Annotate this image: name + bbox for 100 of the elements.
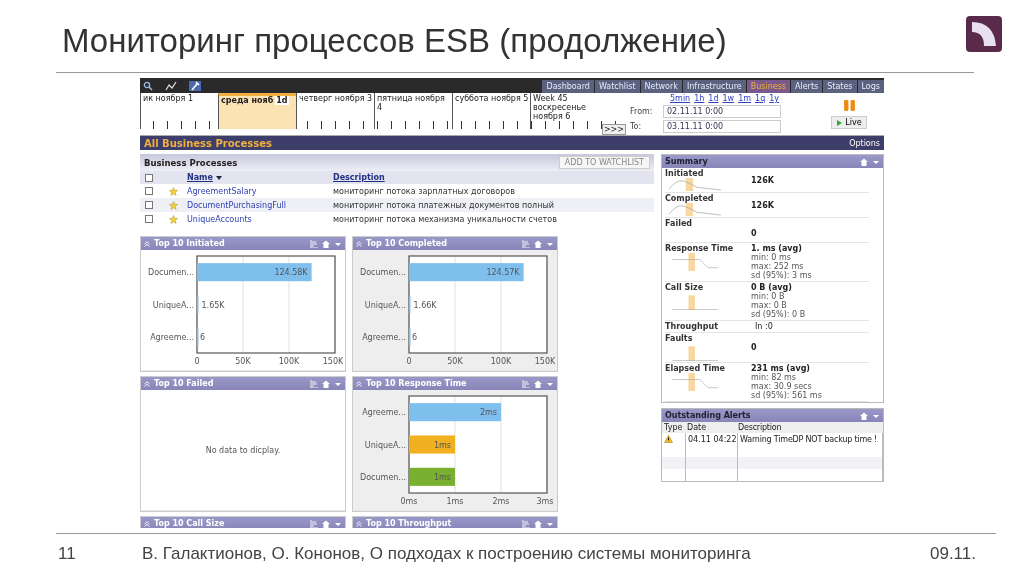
nav-tab[interactable]: Logs — [857, 80, 884, 93]
footer-text: В. Галактионов, О. Кононов, О подходах к построению системы мониторинга — [142, 544, 752, 564]
panel-title: Top 10 Completed — [366, 239, 448, 248]
range-badge: 1d — [275, 96, 289, 105]
category-label: UniqueA... — [364, 440, 406, 450]
metric-detail: max: 0 B — [751, 301, 788, 310]
value-label: 6 — [412, 332, 418, 342]
panel-title: Top 10 Failed — [154, 379, 215, 388]
category-label: Agreeme... — [362, 408, 406, 418]
table-cell: мониторинг потока механизма уникальности счетов — [333, 214, 557, 224]
column-header: Type — [663, 422, 684, 433]
day-label: пятница ноября 4 — [377, 94, 446, 112]
value-label: 1.66K — [413, 300, 437, 310]
metric-value: 126K — [751, 200, 774, 210]
live-button[interactable]: Live — [831, 116, 867, 129]
column-header: Date — [686, 422, 708, 433]
empty-message: No data to dicplay. — [205, 445, 281, 455]
column-header[interactable]: Description — [333, 173, 385, 182]
category-label: Documen... — [148, 268, 194, 278]
page-number: 11 — [57, 544, 77, 564]
metric-label: Initiated — [665, 169, 705, 178]
week-label: Week 45 — [533, 94, 568, 103]
metric-detail: min: 82 ms — [751, 373, 797, 382]
metric-detail: min: 0 B — [751, 292, 785, 301]
nav-tab[interactable]: Infrastructure — [682, 80, 746, 93]
table-cell: мониторинг потока зарплатных договоров — [333, 186, 515, 196]
day-label: четверг ноября 3 — [299, 94, 373, 103]
nav-tab[interactable]: States — [823, 80, 857, 93]
timeline-day[interactable]: среда нояб 1d — [218, 93, 296, 129]
metric-detail: sd (95%): 561 ms — [751, 391, 822, 400]
nav-tab[interactable]: Dashboard — [542, 80, 594, 93]
process-link[interactable]: DocumentPurchasingFull — [187, 200, 286, 210]
scroll-button[interactable]: >>> — [601, 124, 626, 135]
tick-label: 1ms — [446, 497, 464, 506]
timeline-day[interactable]: суббота ноября 5 — [452, 93, 530, 129]
panel-title: Summary — [665, 157, 709, 166]
range-link[interactable]: 1m — [738, 94, 752, 103]
to-label: To: — [630, 122, 643, 131]
panel-title: Outstanding Alerts — [665, 411, 752, 420]
range-link[interactable]: 1w — [722, 94, 735, 103]
tick-label: 150K — [534, 357, 555, 366]
tick-label: 100K — [490, 357, 512, 366]
panel-title: Top 10 Response Time — [366, 379, 468, 388]
day-label: среда нояб — [221, 96, 274, 105]
tick-label: 0 — [194, 357, 200, 366]
process-link[interactable]: UniqueAccounts — [187, 214, 252, 224]
metric-detail: max: 252 ms — [751, 262, 805, 271]
column-header[interactable]: Name — [187, 173, 213, 182]
options-link[interactable]: Options — [849, 138, 880, 148]
nav-tab[interactable]: Alerts — [790, 80, 823, 93]
day-label: суббота ноября 5 — [455, 94, 529, 103]
section-title: All Business Processes — [144, 137, 272, 149]
range-link[interactable]: 1q — [755, 94, 766, 103]
timeline-day[interactable]: пятница ноября 4 — [374, 93, 452, 129]
value-label: 2ms — [479, 408, 497, 418]
timeline-day[interactable]: четверг ноября 3 — [296, 93, 374, 129]
tick-label: 2ms — [492, 497, 510, 506]
metric-label: Throughput — [665, 322, 719, 331]
process-link[interactable]: AgreementSalary — [187, 186, 257, 196]
day-label: ик ноября 1 — [143, 94, 193, 103]
metric-detail: max: 30.9 secs — [751, 382, 813, 391]
table-cell: Warning TimeDP NOT backup time ! — [738, 433, 883, 445]
value-label: 124.57K — [486, 268, 520, 278]
metric-value: 231 ms (avg) — [751, 364, 812, 373]
range-link[interactable]: 5min — [670, 94, 691, 103]
value-label: 1ms — [433, 440, 451, 450]
value-label: 124.58K — [274, 268, 308, 278]
category-label: Agreeme... — [150, 332, 194, 342]
metric-value: 1. ms (avg) — [751, 244, 803, 253]
tick-label: 150K — [322, 357, 343, 366]
nav-tab[interactable]: Network — [640, 80, 682, 93]
category-label: Documen... — [360, 472, 406, 482]
tick-label: 50K — [235, 357, 251, 366]
tick-label: 0 — [406, 357, 412, 366]
tick-label: 50K — [447, 357, 463, 366]
column-header: Description — [737, 422, 783, 433]
range-link[interactable]: 1h — [694, 94, 705, 103]
category-label: Agreeme... — [362, 332, 406, 342]
range-link[interactable]: 1y — [769, 94, 780, 103]
range-link[interactable]: 1d — [708, 94, 719, 103]
metric-value: 0 — [751, 228, 757, 238]
category-label: Documen... — [360, 268, 406, 278]
panel-title: Top 10 Initiated — [154, 239, 226, 248]
from-field[interactable]: 02.11.11 0:00 — [663, 105, 781, 118]
tick-label: 3ms — [536, 497, 554, 506]
to-field[interactable]: 03.11.11 0:00 — [663, 120, 781, 133]
table-cell: 04.11 04:22 — [686, 433, 738, 445]
tick-label: 100K — [278, 357, 300, 366]
metric-value: 0 — [751, 343, 757, 352]
day-label: воскресенье ноября 6 — [533, 103, 588, 121]
metric-detail: sd (95%): 3 ms — [751, 271, 812, 280]
nav-tab[interactable]: Watchlist — [594, 80, 640, 93]
metric-detail: sd (95%): 0 B — [751, 310, 806, 319]
value-label: 1ms — [433, 472, 451, 482]
metric-label: Call Size — [665, 283, 705, 292]
tick-label: 0ms — [400, 497, 418, 506]
metric-label: Failed — [665, 219, 694, 228]
category-label: UniqueA... — [152, 300, 194, 310]
metric-label: Completed — [665, 194, 715, 203]
footer-date: 09.11. — [930, 544, 977, 564]
